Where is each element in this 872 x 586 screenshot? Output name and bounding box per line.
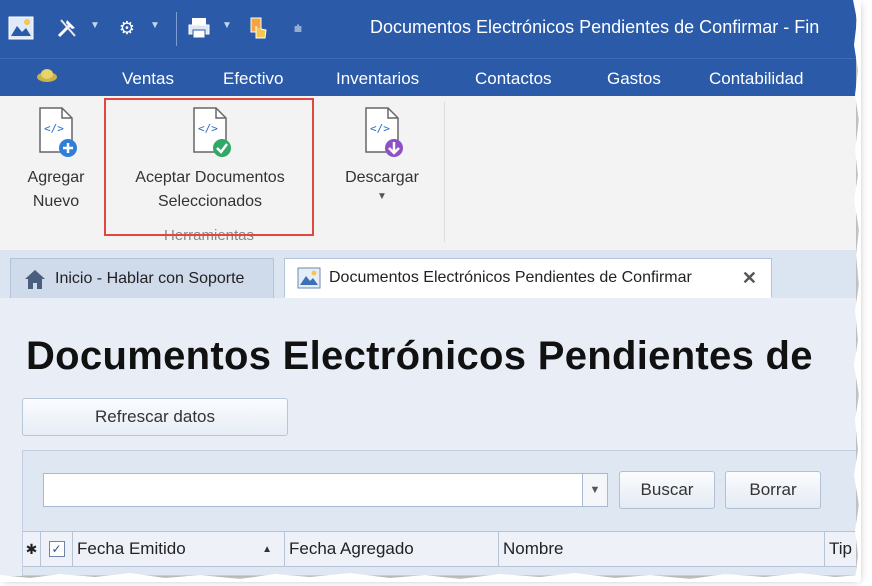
tools-icon[interactable] [52, 14, 82, 42]
window-title: Documentos Electrónicos Pendientes de Co… [370, 17, 820, 37]
menu-contabilidad[interactable]: Contabilidad [709, 69, 804, 89]
menu-ventas[interactable]: Ventas [122, 69, 174, 89]
column-label-tipo: Tip [829, 539, 852, 558]
column-header-fecha-emitido[interactable]: Fecha Emitido ▲ [73, 532, 285, 566]
sort-ascending-icon: ▲ [262, 543, 272, 555]
tab-inicio-label: Inicio - Hablar con Soporte [55, 269, 245, 287]
column-label-fecha-agregado: Fecha Agregado [289, 539, 414, 558]
grid-header: ✱ ✓ Fecha Emitido ▲ Fecha Agregado Nombr… [23, 531, 856, 567]
menu-inventarios[interactable]: Inventarios [336, 69, 419, 89]
print-dropdown-caret[interactable]: ▼ [222, 20, 232, 31]
svg-text:</>: </> [44, 122, 64, 135]
buscar-button[interactable]: Buscar [619, 471, 715, 509]
toolbar-divider [176, 12, 177, 46]
print-icon[interactable] [184, 14, 214, 42]
torn-edge-right [853, 0, 861, 580]
customize-icon[interactable]: ⩧ [286, 14, 310, 42]
tab-inicio[interactable]: Inicio - Hablar con Soporte [10, 258, 274, 298]
gear-icon[interactable]: ⚙ [112, 14, 142, 42]
menu-efectivo[interactable]: Efectivo [223, 69, 283, 89]
agregar-label-line2: Nuevo [32, 193, 80, 210]
tools-dropdown-caret[interactable]: ▼ [90, 20, 100, 31]
grid-panel: ▼ Buscar Borrar ✱ ✓ Fecha Emitido ▲ Fech… [22, 450, 856, 576]
tab-documentos-pendientes[interactable]: Documentos Electrónicos Pendientes de Co… [284, 258, 772, 298]
refrescar-datos-button[interactable]: Refrescar datos [22, 398, 288, 436]
title-bar: ▼ ⚙ ▼ ▼ ⩧ Documentos Electrónicos Pendie… [0, 0, 856, 58]
touch-icon[interactable] [244, 14, 274, 42]
content-area: Documentos Electrónicos Pendientes de Re… [0, 298, 856, 576]
descargar-label: Descargar [345, 169, 419, 186]
close-icon[interactable]: ✕ [742, 268, 757, 289]
agregar-label-line1: Agregar [27, 169, 85, 186]
new-row-icon: ✱ [23, 532, 41, 566]
home-icon [25, 269, 45, 289]
column-header-fecha-agregado[interactable]: Fecha Agregado [285, 532, 499, 566]
ribbon: </> Agregar Nuevo </> Aceptar Documentos… [0, 96, 856, 251]
agregar-nuevo-button[interactable]: </> Agregar Nuevo [14, 106, 98, 214]
ribbon-divider [444, 102, 445, 242]
tab-documentos-label: Documentos Electrónicos Pendientes de Co… [329, 269, 692, 286]
borrar-button[interactable]: Borrar [725, 471, 821, 509]
highlight-annotation [104, 98, 314, 236]
page-title: Documentos Electrónicos Pendientes de [26, 334, 813, 378]
menu-gastos[interactable]: Gastos [607, 69, 661, 89]
settings-dropdown-caret[interactable]: ▼ [150, 20, 160, 31]
menu-bar: Ventas Efectivo Inventarios Contactos Ga… [0, 58, 856, 97]
menu-contactos[interactable]: Contactos [475, 69, 552, 89]
descargar-button[interactable]: </> Descargar ▼ [334, 106, 430, 204]
column-header-nombre[interactable]: Nombre [499, 532, 825, 566]
select-all-checkbox[interactable]: ✓ [48, 541, 65, 557]
svg-text:</>: </> [370, 122, 390, 135]
column-header-tipo[interactable]: Tip [825, 532, 856, 566]
search-input[interactable] [43, 473, 583, 507]
search-dropdown-button[interactable]: ▼ [582, 473, 608, 507]
app-logo-icon[interactable] [6, 14, 36, 42]
column-label-fecha-emitido: Fecha Emitido [77, 539, 186, 558]
app-menu-icon[interactable] [36, 67, 58, 83]
torn-edge-bottom [0, 573, 860, 582]
tab-strip: Inicio - Hablar con Soporte Documentos E… [0, 250, 856, 299]
descargar-dropdown-caret[interactable]: ▼ [334, 190, 430, 204]
xml-add-icon: </> [39, 107, 77, 157]
column-label-nombre: Nombre [503, 539, 564, 558]
image-icon [297, 267, 321, 289]
app-window: ▼ ⚙ ▼ ▼ ⩧ Documentos Electrónicos Pendie… [0, 0, 856, 576]
select-all-checkbox-cell: ✓ [41, 532, 73, 566]
xml-download-icon: </> [365, 107, 403, 157]
